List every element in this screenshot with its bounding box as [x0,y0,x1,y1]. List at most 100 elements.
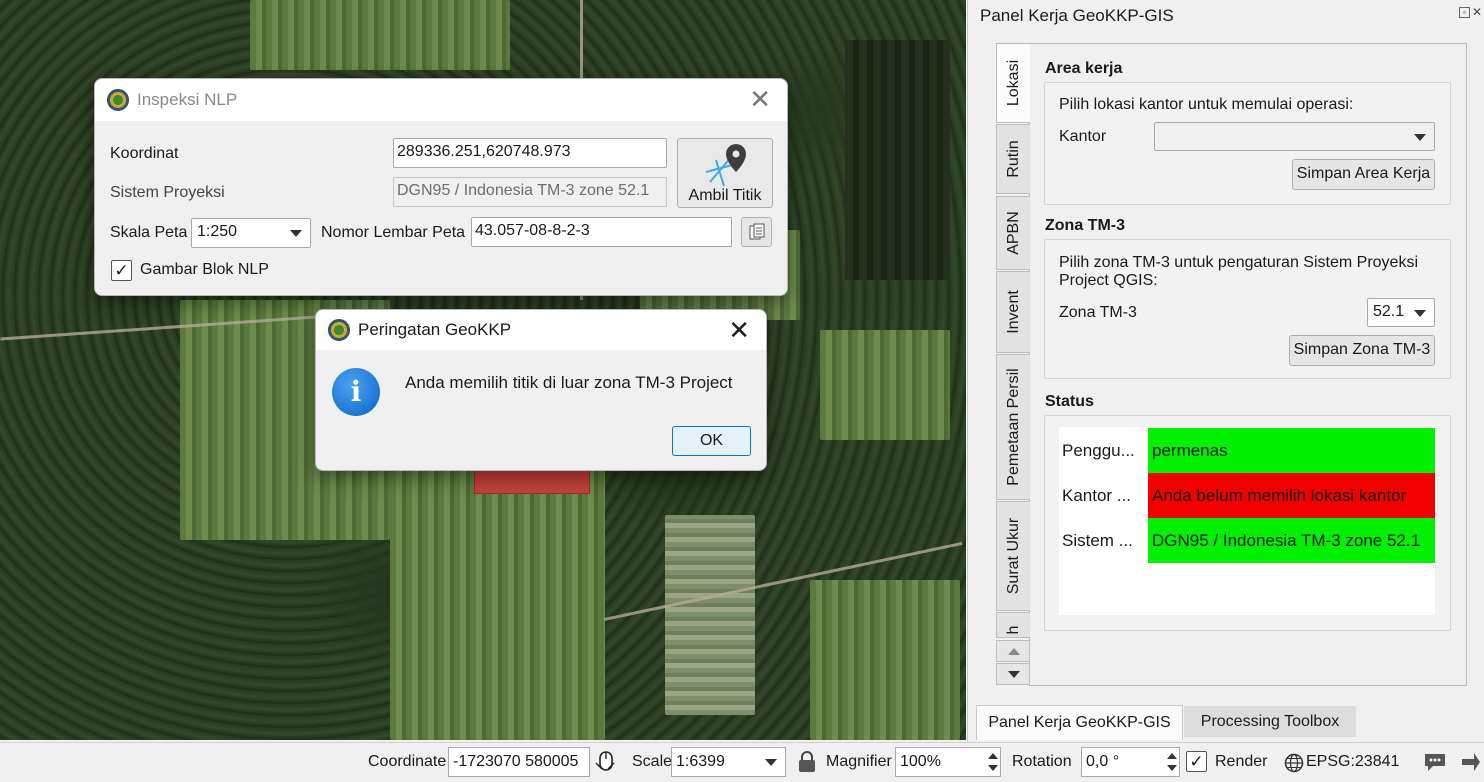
magnifier-field[interactable]: 100% [895,747,1001,777]
ambil-titik-button[interactable]: Ambil Titik [677,138,773,208]
geokkp-logo-icon [328,319,350,341]
spinner-icon[interactable] [1165,748,1179,776]
tab-scroll-up[interactable] [996,640,1030,662]
status-row: Kantor ... Anda belum memilih lokasi kan… [1059,473,1435,518]
dialog-title: Peringatan GeoKKP [358,320,512,339]
status-key: Kantor ... [1062,485,1131,505]
skala-peta-label: Skala Peta [110,224,188,241]
resize-grip-icon[interactable] [1460,751,1482,773]
map-field [810,580,960,740]
coordinate-label: Coordinate [368,753,447,770]
map-field [390,470,605,740]
chevron-down-icon [1414,134,1426,141]
lock-icon[interactable] [797,750,817,774]
ambil-titik-label: Ambil Titik [688,187,762,204]
status-value: Anda belum memilih lokasi kantor [1148,473,1435,518]
tab-lokasi[interactable]: Lokasi [996,43,1030,123]
status-value: permenas [1148,428,1435,473]
tab-label: Invent [1004,290,1022,334]
info-icon: i [332,368,380,416]
sistem-proyeksi-field: DGN95 / Indonesia TM-3 zone 52.1 [393,177,667,207]
rotation-label: Rotation [1012,753,1072,770]
simpan-zona-button[interactable]: Simpan Zona TM-3 [1289,335,1435,366]
sistem-proyeksi-label: Sistem Proyeksi [110,184,225,201]
chevron-down-icon [1008,671,1020,678]
zona-value: 52.1 [1373,303,1405,320]
status-key: Penggu... [1062,440,1135,460]
koordinat-label: Koordinat [110,145,179,162]
inspeksi-nlp-dialog: Inspeksi NLP ✕ Koordinat 289336.251,6207… [94,78,788,296]
tab-rutin[interactable]: Rutin [996,124,1030,194]
area-kerja-prompt: Pilih lokasi kantor untuk memulai operas… [1059,96,1354,113]
status-key: Sistem ... [1062,530,1133,550]
skala-peta-value: 1:250 [197,223,238,240]
dialog-titlebar: Inspeksi NLP ✕ [95,79,787,121]
map-field [250,0,510,70]
status-row: Penggu... permenas [1059,428,1435,473]
skala-peta-combo[interactable]: 1:250 [191,218,311,248]
koordinat-field[interactable]: 289336.251,620748.973 [393,138,667,168]
globe-icon[interactable] [1284,753,1304,773]
kantor-combo[interactable] [1154,122,1435,151]
status-row: Sistem ... DGN95 / Indonesia TM-3 zone 5… [1059,518,1435,563]
panel-title: Panel Kerja GeoKKP-GIS [980,6,1174,25]
gambar-blok-label: Gambar Blok NLP [140,261,269,278]
messages-icon[interactable] [1423,751,1447,773]
rotation-value: 0,0 ° [1086,753,1120,770]
close-icon[interactable]: ✕ [1472,5,1482,19]
tab-label: Surat Ukur [1004,517,1022,595]
magnifier-label: Magnifier [826,753,892,770]
mouse-coordinate-icon[interactable] [594,749,618,773]
geokkp-logo-icon [107,89,129,111]
copy-icon [749,223,765,240]
nomor-lembar-label: Nomor Lembar Peta [321,224,466,241]
ok-button[interactable]: OK [672,426,751,456]
chevron-up-icon [1008,648,1020,655]
kantor-label: Kantor [1059,128,1107,145]
tab-surat-ukur[interactable]: Surat Ukur [996,501,1030,611]
nomor-lembar-field[interactable]: 43.057-08-8-2-3 [471,217,732,247]
tab-pemetaan-persil[interactable]: Pemetaan Persil [996,354,1030,500]
scale-label: Scale [632,753,673,770]
simpan-area-kerja-button[interactable]: Simpan Area Kerja [1292,159,1435,190]
status-value: DGN95 / Indonesia TM-3 zone 52.1 [1148,518,1435,563]
dock-tab-processing-toolbox[interactable]: Processing Toolbox [1184,706,1356,737]
zona-label: Zona TM-3 [1059,304,1137,321]
copy-button[interactable] [741,217,772,247]
zona-prompt: Pilih zona TM-3 untuk pengaturan Sistem … [1059,254,1418,289]
tab-label: APBN [1004,211,1022,255]
tab-invent[interactable]: Invent [996,271,1030,353]
dock-tab-panel-kerja[interactable]: Panel Kerja GeoKKP-GIS [976,705,1183,740]
map-field [665,515,755,715]
area-kerja-heading: Area kerja [1045,60,1123,77]
tab-label: Pemetaan Persil [1004,368,1022,486]
tab-label: Rutin [1004,140,1022,178]
chevron-down-icon [765,759,777,766]
warning-message: Anda memilih titik di luar zona TM-3 Pro… [405,373,733,392]
status-bar: Coordinate -1723070 580005 Scale 1:6399 … [0,742,1484,782]
dialog-title: Inspeksi NLP [137,90,238,109]
peringatan-dialog: Peringatan GeoKKP ✕ i Anda memilih titik… [315,309,767,471]
map-field [845,40,950,280]
render-label: Render [1215,753,1268,770]
status-heading: Status [1045,393,1094,410]
rotation-field[interactable]: 0,0 ° [1081,747,1180,777]
dialog-titlebar: Peringatan GeoKKP ✕ [316,310,766,350]
chevron-down-icon [1414,310,1426,317]
crs-label[interactable]: EPSG:23841 [1306,747,1399,777]
tab-apbn[interactable]: APBN [996,196,1030,270]
scale-value: 1:6399 [676,753,725,770]
zona-combo[interactable]: 52.1 [1367,298,1435,327]
scale-combo[interactable]: 1:6399 [671,747,786,777]
coordinate-field[interactable]: -1723070 580005 [448,747,590,777]
render-checkbox[interactable]: ✓ [1186,751,1207,772]
close-icon[interactable]: ✕ [728,317,750,343]
tab-scroll-down[interactable] [996,663,1030,685]
spinner-icon[interactable] [986,748,1000,776]
tab-more[interactable]: h [996,612,1030,638]
pick-point-icon [705,144,746,187]
float-icon[interactable]: ▫ [1459,7,1470,18]
magnifier-value: 100% [900,753,941,770]
gambar-blok-checkbox[interactable]: ✓ [111,260,132,281]
close-icon[interactable]: ✕ [749,86,771,112]
